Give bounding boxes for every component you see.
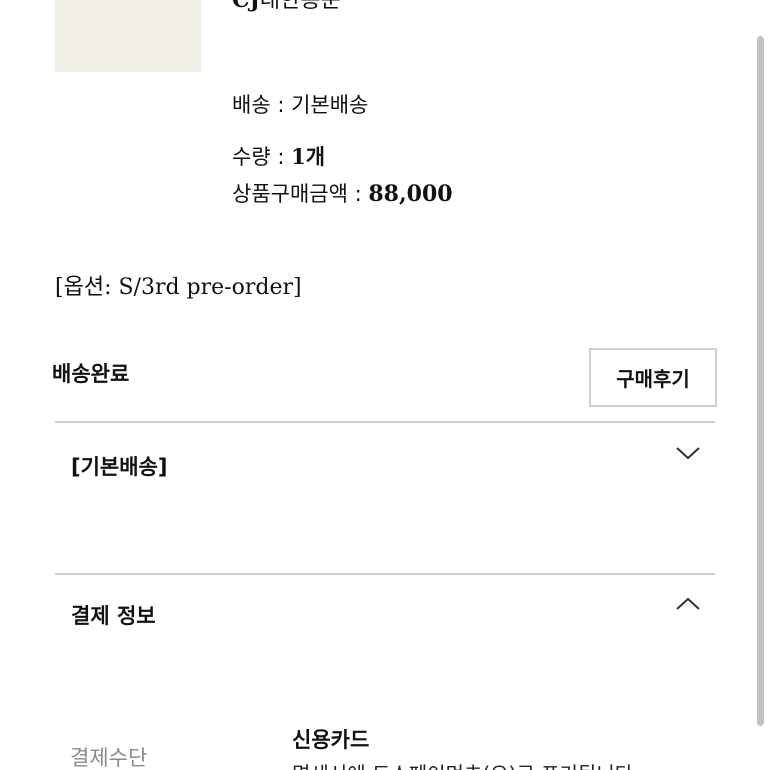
carrier-brand: CJ (232, 0, 260, 13)
shipping-method-value: 기본배송 (291, 93, 369, 117)
payment-method-note: 명세서에 토스페이먼츠(으)로 표기됩니다 (292, 760, 633, 770)
shipping-method: 배송 : 기본배송 (232, 92, 368, 118)
shipping-method-label: 배송 : (232, 93, 292, 117)
payment-method-value: 신용카드 (292, 728, 370, 752)
payment-section-title: 결제 정보 (71, 604, 156, 628)
write-review-button[interactable]: 구매후기 (589, 348, 717, 407)
purchase-amount-value: 88,000 (368, 181, 453, 207)
scrollbar[interactable] (757, 36, 764, 726)
chevron-down-icon[interactable] (675, 445, 701, 461)
shipping-section-title: [기본배송] (71, 455, 168, 479)
chevron-up-icon[interactable] (675, 596, 701, 612)
quantity-label: 수량 : (232, 145, 292, 169)
carrier-name: CJ대한통운 (232, 0, 341, 13)
option-text: [옵션: S/3rd pre-order] (55, 275, 302, 300)
purchase-amount-label: 상품구매금액 : (232, 182, 369, 206)
divider (55, 421, 715, 423)
payment-method-label: 결제수단 (70, 746, 148, 770)
purchase-amount: 상품구매금액 : 88,000 (232, 181, 453, 207)
delivery-status: 배송완료 (52, 362, 130, 386)
divider (55, 573, 715, 575)
thumbnail-detail (103, 4, 105, 6)
carrier-label: 대한통운 (259, 0, 341, 13)
payment-section-header[interactable]: 결제 정보 (55, 596, 715, 656)
product-thumbnail[interactable] (55, 0, 201, 72)
quantity: 수량 : 1개 (232, 144, 325, 170)
shipping-section-header[interactable]: [기본배송] (55, 445, 715, 505)
quantity-value: 1개 (291, 144, 326, 169)
